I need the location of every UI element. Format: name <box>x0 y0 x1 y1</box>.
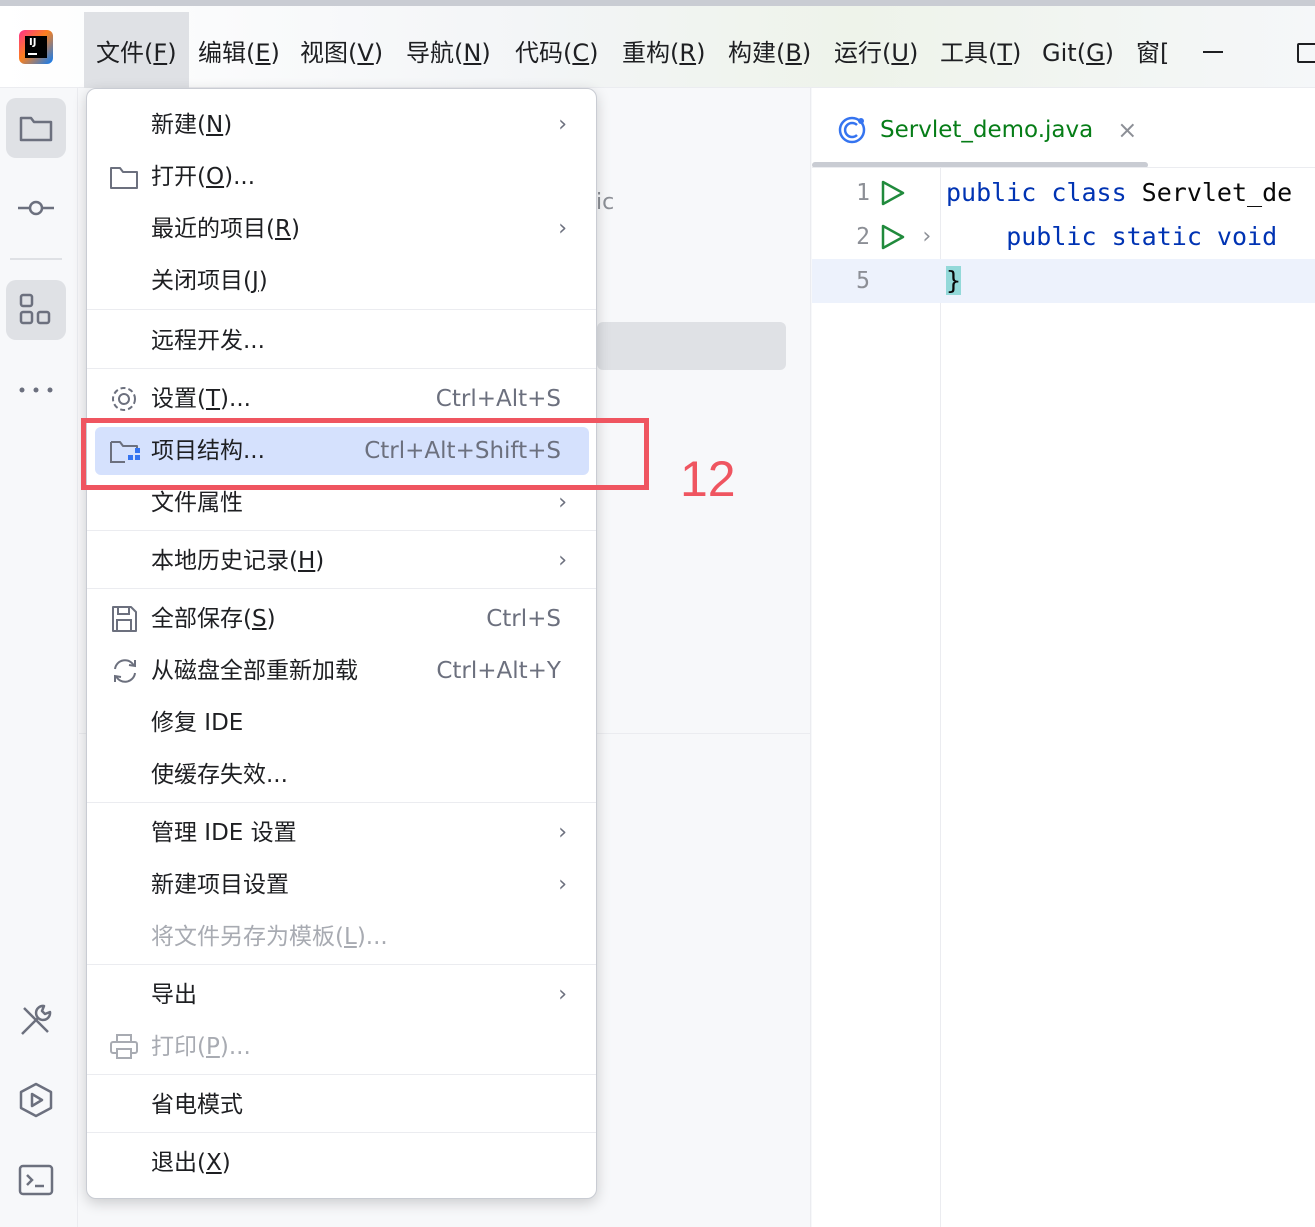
code-line[interactable]: 2 › public static void <box>812 215 1315 259</box>
gear-icon <box>112 387 136 411</box>
menu-item-new-project-settings[interactable]: 新建项目设置 › <box>95 861 589 909</box>
maximize-icon[interactable] <box>1297 43 1315 63</box>
code-line[interactable]: 1 public class Servlet_de <box>812 171 1315 215</box>
menu-separator <box>87 1132 596 1133</box>
terminal-icon[interactable] <box>6 1150 66 1210</box>
menu-separator <box>87 588 596 589</box>
menu-item-print: 打印(P)... <box>95 1023 589 1071</box>
menu-item-close-project[interactable]: 关闭项目(J) <box>95 257 589 305</box>
menu-run[interactable]: 运行(U) <box>822 12 930 94</box>
menu-item-save-all[interactable]: 全部保存(S) Ctrl+S <box>95 595 589 643</box>
menu-build[interactable]: 构建(B) <box>716 12 823 94</box>
title-bar: IJ 文件(F) 编辑(E) 视图(V) 导航(N) 代码(C) 重构(R) 构… <box>0 0 1315 94</box>
menu-refactor[interactable]: 重构(R) <box>610 12 717 94</box>
menu-edit[interactable]: 编辑(E) <box>186 12 292 94</box>
menu-tools[interactable]: 工具(T) <box>928 12 1033 94</box>
run-window-icon[interactable] <box>6 1070 66 1130</box>
code-text: public static void <box>946 222 1278 251</box>
tool-window-strip <box>0 88 78 1227</box>
menu-view[interactable]: 视图(V) <box>288 12 395 94</box>
structure-icon[interactable] <box>6 280 66 340</box>
chevron-right-icon: › <box>558 820 567 845</box>
menu-item-recent-projects[interactable]: 最近的项目(R) › <box>95 205 589 253</box>
line-number: 5 <box>856 268 870 294</box>
menu-item-manage-ide-settings[interactable]: 管理 IDE 设置 › <box>95 809 589 857</box>
shortcut-label: Ctrl+S <box>486 606 561 632</box>
menu-code[interactable]: 代码(C) <box>503 12 611 94</box>
menu-item-reload-from-disk[interactable]: 从磁盘全部重新加载 Ctrl+Alt+Y <box>95 647 589 695</box>
editor-tab-label: Servlet_demo.java <box>880 117 1094 143</box>
project-folder-icon[interactable] <box>6 98 66 158</box>
code-text: } <box>946 266 962 295</box>
menu-item-exit[interactable]: 退出(X) <box>95 1139 589 1187</box>
menu-separator <box>87 1074 596 1075</box>
commit-icon[interactable] <box>6 178 66 238</box>
menu-separator <box>87 802 596 803</box>
chevron-right-icon: › <box>558 112 567 137</box>
menu-separator <box>87 309 596 310</box>
run-gutter-icon[interactable] <box>880 223 906 251</box>
annotation-highlight-box <box>81 418 649 490</box>
strip-divider <box>10 258 62 260</box>
fold-chevron-icon[interactable]: › <box>920 215 933 259</box>
menu-item-repair-ide[interactable]: 修复 IDE <box>95 699 589 747</box>
line-number: 1 <box>856 180 870 206</box>
menu-separator <box>87 964 596 965</box>
close-tab-icon[interactable]: × <box>1117 116 1137 144</box>
chevron-right-icon: › <box>558 872 567 897</box>
menu-item-remote-development[interactable]: 远程开发... <box>95 317 589 365</box>
chevron-right-icon: › <box>558 216 567 241</box>
menu-item-settings[interactable]: 设置(T)... Ctrl+Alt+S <box>95 375 589 423</box>
editor[interactable]: Servlet_demo.java × 1 public class Servl… <box>812 88 1315 1227</box>
menu-item-save-as-template: 将文件另存为模板(L)... <box>151 924 388 950</box>
chevron-right-icon: › <box>558 982 567 1007</box>
line-number: 2 <box>856 224 870 250</box>
tabbar-border <box>812 167 1315 168</box>
menu-git[interactable]: Git(G) <box>1030 12 1126 94</box>
run-gutter-icon[interactable] <box>880 179 906 207</box>
menu-item-open[interactable]: 打开(O)... <box>95 153 589 201</box>
menu-item-new[interactable]: 新建(N) › <box>95 101 589 149</box>
printer-icon <box>110 1034 138 1059</box>
project-tree-text-fragment: ic <box>596 190 615 215</box>
save-icon <box>112 606 137 632</box>
chevron-right-icon: › <box>558 548 567 573</box>
menu-separator <box>87 368 596 369</box>
more-tools-icon[interactable] <box>6 360 66 420</box>
menu-item-export[interactable]: 导出 › <box>95 971 589 1019</box>
menu-item-invalidate-caches[interactable]: 使缓存失效... <box>95 751 589 799</box>
menu-window[interactable]: 窗[ <box>1124 12 1181 94</box>
code-text: public class Servlet_de <box>946 178 1293 207</box>
code-line[interactable]: 5 } <box>812 259 1315 303</box>
folder-icon <box>110 167 138 189</box>
menu-item-local-history[interactable]: 本地历史记录(H) › <box>95 537 589 585</box>
services-tools-icon[interactable] <box>6 990 66 1050</box>
project-tree-selected-row[interactable] <box>597 322 786 370</box>
java-class-icon <box>838 116 866 144</box>
annotation-step-number: 12 <box>680 451 736 507</box>
shortcut-label: Ctrl+Alt+S <box>435 386 561 412</box>
editor-tab[interactable]: Servlet_demo.java × <box>836 110 1137 150</box>
shortcut-label: Ctrl+Alt+Y <box>436 658 561 684</box>
file-menu-dropdown: 新建(N) › 打开(O)... 最近的项目(R) › 关闭项目(J) 远程开发… <box>86 88 597 1199</box>
refresh-icon <box>114 659 136 683</box>
menu-navigate[interactable]: 导航(N) <box>394 12 503 94</box>
gutter-divider <box>940 168 941 1227</box>
menu-item-power-save-mode[interactable]: 省电模式 <box>95 1081 589 1129</box>
intellij-logo-icon[interactable]: IJ <box>19 30 53 64</box>
menu-separator <box>87 530 596 531</box>
minimize-icon[interactable] <box>1203 51 1223 53</box>
menu-file[interactable]: 文件(F) <box>84 12 189 94</box>
